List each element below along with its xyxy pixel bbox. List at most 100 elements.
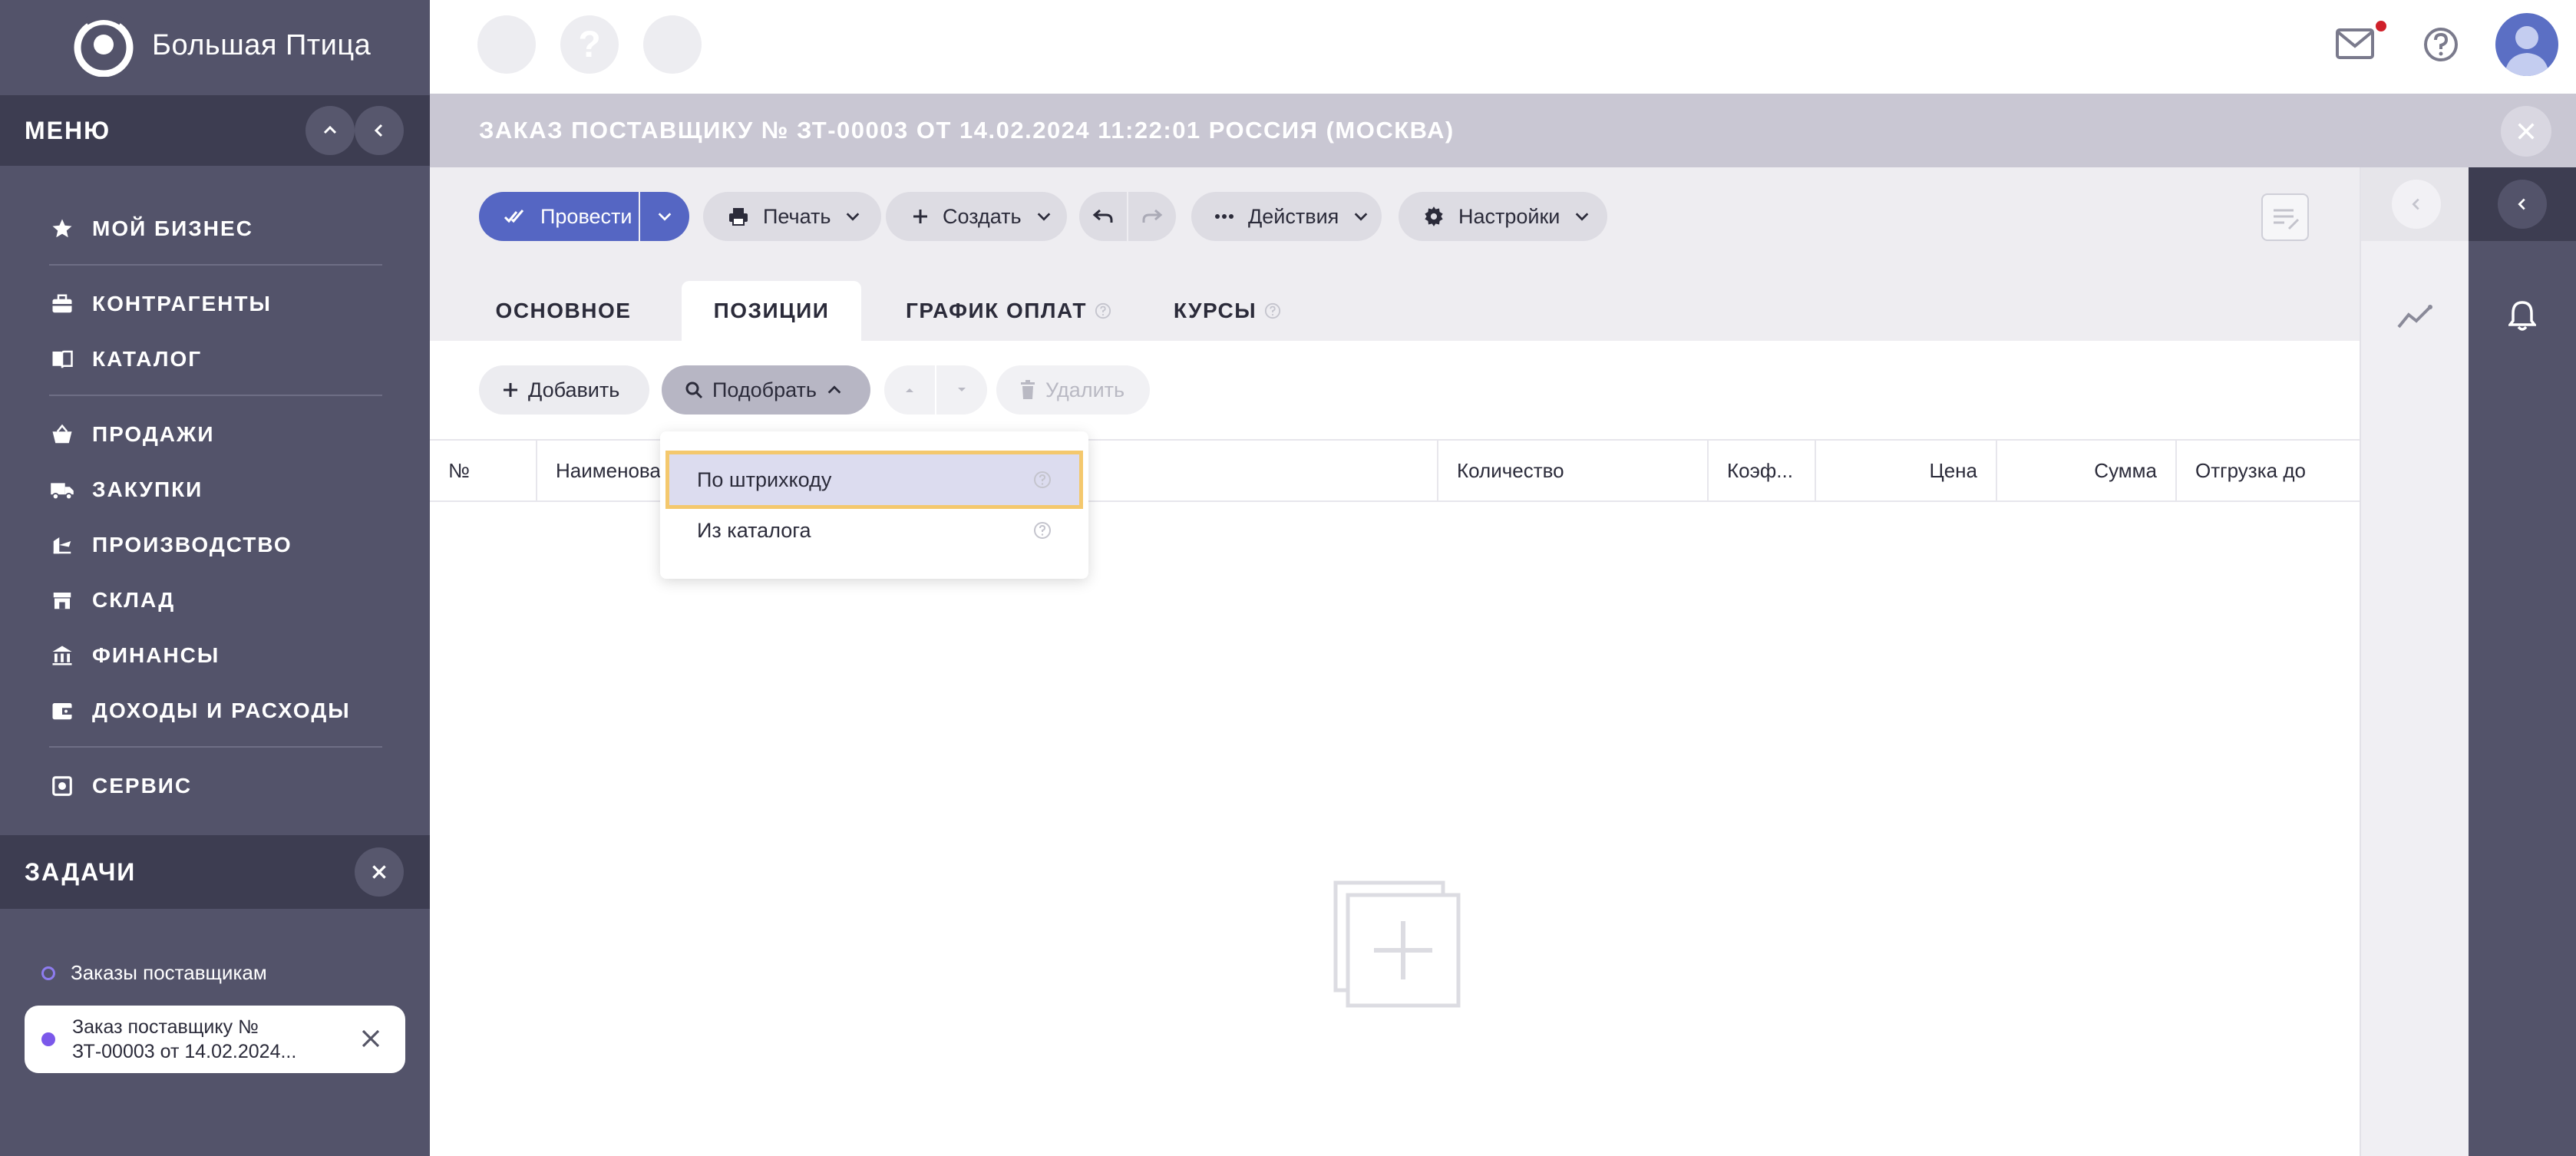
sidebar-item-catalog[interactable]: КАТАЛОГ (49, 332, 382, 387)
column-header-quantity[interactable]: Количество (1438, 441, 1709, 500)
pick-button[interactable]: Подобрать (662, 365, 870, 415)
post-button[interactable]: Провести (479, 192, 639, 241)
sidebar-item-production[interactable]: ПРОИЗВОДСТВО (49, 517, 382, 573)
task-group-label: Заказы поставщикам (71, 961, 267, 984)
edit-notes-button[interactable] (2261, 193, 2309, 241)
sidebar-item-label: МОЙ БИЗНЕС (92, 216, 253, 240)
move-down-button[interactable] (936, 365, 987, 415)
trend-chart-icon[interactable] (2396, 302, 2435, 330)
sidebar-item-warehouse[interactable]: СКЛАД (49, 573, 382, 628)
task-group-dot (41, 966, 55, 980)
chevron-down-icon (1037, 213, 1050, 221)
plus-icon (504, 383, 517, 397)
tab-rates[interactable]: КУРСЫ (1154, 281, 1300, 341)
sidebar-item-sales[interactable]: ПРОДАЖИ (49, 407, 382, 462)
column-header-price[interactable]: Цена (1816, 441, 1997, 500)
column-header-coefficient[interactable]: Коэф... (1709, 441, 1816, 500)
logo[interactable]: Большая Птица (71, 14, 371, 77)
collapse-menu-button[interactable] (305, 106, 355, 155)
help-center-button[interactable]: ? (560, 15, 619, 74)
question-icon[interactable] (1095, 302, 1111, 319)
column-header-ship-by[interactable]: Отгрузка до (2177, 441, 2360, 500)
move-up-button[interactable] (884, 365, 935, 415)
sidebar-item-purchases[interactable]: ЗАКУПКИ (49, 462, 382, 517)
question-icon[interactable] (1033, 471, 1052, 489)
topbar-placeholder-button[interactable] (643, 15, 702, 74)
edit-list-icon (2274, 209, 2300, 230)
column-header-number[interactable]: № (430, 441, 537, 500)
empty-add-icon[interactable] (1331, 878, 1461, 1009)
divider (49, 395, 382, 396)
close-icon (2518, 123, 2535, 140)
sidebar-item-label: КОНТРАГЕНТЫ (92, 292, 272, 315)
help-icon[interactable] (2422, 26, 2459, 63)
close-icon (372, 865, 386, 879)
plus-icon (913, 210, 927, 223)
more-dots-icon (1215, 214, 1234, 219)
settings-label: Настройки (1458, 204, 1560, 228)
triangle-up-icon (906, 388, 913, 392)
delete-label: Удалить (1045, 378, 1125, 401)
close-tasks-button[interactable] (355, 847, 404, 897)
chevron-down-icon (658, 213, 672, 221)
divider (49, 264, 382, 266)
delete-button[interactable]: Удалить (996, 365, 1150, 415)
redo-button[interactable] (1128, 192, 1176, 241)
sidebar-item-income-expenses[interactable]: ДОХОДЫ И РАСХОДЫ (49, 683, 382, 738)
gear-icon (1425, 206, 1443, 226)
chevron-left-icon (374, 124, 383, 137)
create-button[interactable]: Создать (886, 192, 1067, 241)
hide-sidebar-button[interactable] (355, 106, 404, 155)
settings-button[interactable]: Настройки (1399, 192, 1607, 241)
task-card[interactable]: Заказ поставщику № ЗТ-00003 от 14.02.202… (25, 1006, 405, 1073)
sidebar-item-service[interactable]: СЕРВИС (49, 758, 382, 814)
column-header-sum[interactable]: Сумма (1997, 441, 2177, 500)
triangle-down-icon (958, 388, 966, 391)
tab-payment-schedule[interactable]: ГРАФИК ОПЛАТ (893, 281, 1124, 341)
close-document-button[interactable] (2501, 106, 2551, 157)
menu-item-label: По штрихкоду (697, 467, 832, 491)
add-label: Добавить (528, 378, 620, 401)
mail-icon[interactable] (2335, 28, 2375, 60)
sidebar-item-label: ПРОИЗВОДСТВО (92, 533, 292, 557)
task-group-purchase-orders[interactable]: Заказы поставщикам (41, 961, 267, 985)
question-icon[interactable] (1264, 302, 1281, 319)
trash-icon (1021, 380, 1035, 399)
question-icon[interactable] (1033, 521, 1052, 540)
actions-button[interactable]: Действия (1191, 192, 1382, 241)
tab-main[interactable]: ОСНОВНОЕ (479, 281, 648, 341)
menu-item-from-catalog[interactable]: Из каталога (669, 505, 1079, 556)
actions-label: Действия (1248, 204, 1339, 228)
sidebar-item-my-business[interactable]: МОЙ БИЗНЕС (49, 201, 382, 256)
post-options-button[interactable] (640, 192, 689, 241)
chevron-down-icon (1576, 213, 1589, 221)
collapse-analytics-button[interactable] (2392, 180, 2441, 229)
analytics-panel-header (2361, 167, 2470, 241)
add-position-button[interactable]: Добавить (479, 365, 649, 415)
sidebar-item-label: КАТАЛОГ (92, 347, 203, 371)
print-button[interactable]: Печать (703, 192, 881, 241)
chevron-left-icon (2518, 198, 2525, 210)
tab-label: КУРСЫ (1173, 299, 1257, 322)
chevron-up-icon (827, 385, 841, 394)
task-dot (41, 1032, 55, 1046)
analytics-panel (2360, 167, 2470, 1156)
topbar-placeholder-button[interactable] (477, 15, 536, 74)
menu-title: МЕНЮ (25, 116, 111, 144)
sidebar-item-label: ПРОДАЖИ (92, 422, 215, 446)
sidebar-item-finance[interactable]: ФИНАНСЫ (49, 628, 382, 683)
sidebar-item-counterparties[interactable]: КОНТРАГЕНТЫ (49, 276, 382, 332)
avatar[interactable] (2495, 13, 2558, 76)
document-toolbar: Провести Печать Создать Действия Настрой… (430, 167, 2360, 267)
warehouse-icon (49, 587, 75, 613)
collapse-notifications-button[interactable] (2498, 180, 2547, 229)
menu-item-by-barcode[interactable]: По штрихкоду (665, 451, 1083, 509)
sidebar-item-label: ЗАКУПКИ (92, 477, 203, 501)
search-icon (685, 381, 703, 399)
menu-item-label: Из каталога (697, 518, 811, 542)
bell-icon[interactable] (2508, 299, 2536, 332)
undo-icon (1092, 209, 1113, 223)
close-icon[interactable] (359, 1027, 382, 1050)
undo-button[interactable] (1079, 192, 1127, 241)
tab-positions[interactable]: ПОЗИЦИИ (682, 281, 861, 341)
